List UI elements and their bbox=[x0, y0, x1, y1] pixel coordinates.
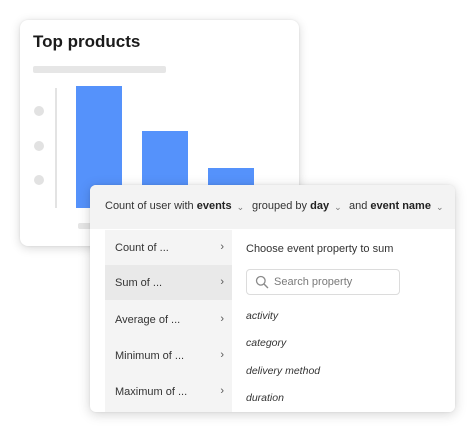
menu-item-average[interactable]: Average of ... › bbox=[105, 302, 232, 337]
filter-prefix: and bbox=[349, 200, 371, 212]
search-icon bbox=[255, 275, 269, 289]
menu-item-label: Count of ... bbox=[115, 242, 169, 254]
menu-item-count[interactable]: Count of ... › bbox=[105, 230, 232, 265]
menu-item-sum[interactable]: Sum of ... › bbox=[105, 265, 232, 300]
group-by-selector[interactable]: grouped by day ⌄ bbox=[252, 200, 342, 212]
property-item-activity[interactable]: activity bbox=[246, 310, 278, 322]
chevron-down-icon: ⌄ bbox=[435, 201, 444, 212]
menu-item-label: Sum of ... bbox=[115, 277, 163, 289]
stage: Top products Count of user with events ⌄ … bbox=[0, 0, 474, 432]
property-pane-title: Choose event property to sum bbox=[246, 243, 394, 255]
measure-value: events bbox=[196, 200, 232, 212]
y-axis-line bbox=[55, 88, 57, 208]
chevron-right-icon: › bbox=[220, 276, 224, 288]
menu-item-minimum[interactable]: Minimum of ... › bbox=[105, 338, 232, 373]
query-toolbar: Count of user with events ⌄ grouped by da… bbox=[90, 185, 455, 229]
query-builder-panel: Count of user with events ⌄ grouped by da… bbox=[90, 185, 455, 412]
property-item-duration[interactable]: duration bbox=[246, 392, 284, 404]
aggregation-menu: Count of ... › Sum of ... › Average of .… bbox=[105, 230, 232, 412]
search-property-input[interactable]: Search property bbox=[246, 269, 400, 295]
card-title: Top products bbox=[33, 32, 141, 51]
legend-dot-1 bbox=[34, 106, 44, 116]
legend-dot-3 bbox=[34, 175, 44, 185]
search-placeholder: Search property bbox=[274, 276, 353, 288]
property-pane: Choose event property to sum Search prop… bbox=[232, 230, 455, 412]
chevron-right-icon: › bbox=[220, 313, 224, 325]
menu-item-label: Maximum of ... bbox=[115, 386, 188, 398]
chevron-down-icon: ⌄ bbox=[334, 201, 342, 212]
chevron-down-icon: ⌄ bbox=[236, 201, 245, 212]
legend-dot-2 bbox=[34, 141, 44, 151]
menu-item-maximum[interactable]: Maximum of ... › bbox=[105, 374, 232, 409]
chevron-right-icon: › bbox=[220, 349, 224, 361]
chevron-right-icon: › bbox=[220, 241, 224, 253]
filter-value: event name bbox=[370, 200, 431, 212]
subtitle-placeholder bbox=[33, 66, 166, 73]
menu-item-label: Minimum of ... bbox=[115, 350, 185, 362]
menu-item-label: Average of ... bbox=[115, 314, 181, 326]
filter-selector[interactable]: and event name ⌄ bbox=[349, 200, 444, 212]
measure-prefix: Count of user with bbox=[105, 200, 197, 212]
group-prefix: grouped by bbox=[252, 200, 311, 212]
measure-selector[interactable]: Count of user with events ⌄ bbox=[105, 200, 244, 212]
property-item-delivery-method[interactable]: delivery method bbox=[246, 365, 320, 377]
group-value: day bbox=[310, 200, 330, 212]
property-item-category[interactable]: category bbox=[246, 337, 286, 349]
chevron-right-icon: › bbox=[220, 385, 224, 397]
